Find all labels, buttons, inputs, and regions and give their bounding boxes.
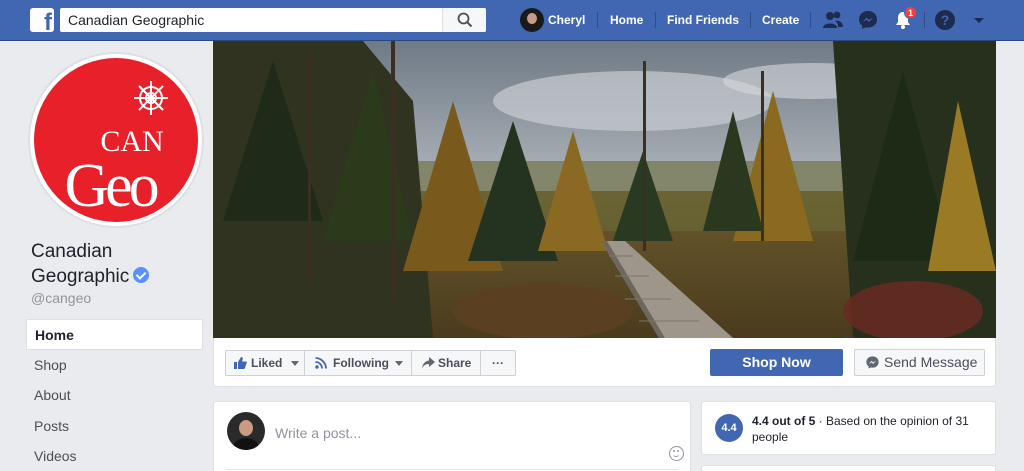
cover-photo[interactable] (213, 41, 996, 338)
sidebar-item-shop[interactable]: Shop (26, 350, 203, 381)
cover-photo-image (213, 41, 996, 338)
user-name: Cheryl (548, 13, 586, 27)
write-post-input[interactable]: Write a post... (275, 425, 361, 441)
page-title-text: Canadian Geographic (31, 241, 130, 287)
more-options-button[interactable]: ··· (480, 350, 516, 376)
search-box[interactable]: Canadian Geographic (60, 8, 486, 32)
page-username[interactable]: @cangeo (31, 290, 91, 306)
nav-divider (810, 12, 811, 28)
help-icon[interactable]: ? (934, 9, 956, 31)
share-label: Share (438, 356, 472, 370)
following-label: Following (333, 356, 389, 370)
page-sidebar-nav: Home Shop About Posts Videos (26, 319, 203, 471)
send-message-button[interactable]: Send Message (854, 349, 985, 376)
create-post-card: Write a post... (213, 401, 691, 471)
shop-now-button[interactable]: Shop Now (710, 349, 843, 376)
user-avatar (520, 8, 544, 32)
nav-divider (924, 12, 925, 28)
rss-follow-icon (315, 357, 327, 369)
page-title[interactable]: Canadian Geographic (31, 239, 201, 289)
sidebar-item-about[interactable]: About (26, 380, 203, 411)
nav-divider (750, 12, 751, 28)
sidebar-item-posts[interactable]: Posts (26, 411, 203, 442)
nav-home-link[interactable]: Home (610, 13, 643, 27)
chevron-down-icon (395, 361, 403, 366)
compass-rose-icon: CAN Geo (64, 81, 168, 220)
verified-badge-icon (133, 267, 150, 283)
more-options-label: ··· (492, 356, 504, 370)
search-input[interactable]: Canadian Geographic (68, 12, 204, 28)
share-button[interactable]: Share (411, 350, 481, 376)
notification-badge: 1 (904, 6, 917, 19)
thumbs-up-icon (234, 357, 247, 369)
liked-label: Liked (251, 356, 283, 370)
emoji-icon[interactable] (669, 446, 684, 461)
next-sidebar-card (701, 465, 996, 471)
share-arrow-icon (422, 357, 435, 369)
nav-create-link[interactable]: Create (762, 13, 799, 27)
page-action-bar: Liked Following Share ··· Shop Now Send … (213, 338, 996, 387)
send-message-label: Send Message (884, 354, 978, 370)
svg-text:?: ? (941, 12, 950, 28)
facebook-logo-icon[interactable]: f (30, 8, 54, 32)
sidebar-item-videos[interactable]: Videos (26, 441, 203, 471)
user-avatar (227, 412, 265, 450)
rating-summary-text[interactable]: 4.4 out of 5 · Based on the opinion of 3… (752, 413, 987, 445)
nav-divider (597, 12, 598, 28)
liked-button[interactable]: Liked (225, 350, 305, 376)
search-icon (457, 12, 473, 28)
svg-text:Geo: Geo (64, 152, 157, 220)
page-profile-picture[interactable]: CAN Geo (28, 52, 204, 228)
account-menu-caret-icon[interactable] (968, 9, 990, 31)
following-button[interactable]: Following (304, 350, 412, 376)
nav-divider (655, 12, 656, 28)
messenger-icon (866, 356, 879, 369)
chevron-down-icon (291, 361, 299, 366)
rating-score-text: 4.4 out of 5 (752, 414, 816, 428)
rating-summary-card: 4.4 4.4 out of 5 · Based on the opinion … (701, 401, 996, 455)
search-button[interactable] (442, 8, 486, 32)
messenger-icon[interactable] (857, 9, 879, 31)
friend-requests-icon[interactable] (822, 9, 844, 31)
top-navigation-bar: f Canadian Geographic Cheryl Home Find F… (0, 0, 1024, 41)
nav-find-friends-link[interactable]: Find Friends (667, 13, 739, 27)
rating-score-badge: 4.4 (715, 414, 743, 442)
sidebar-item-home[interactable]: Home (26, 319, 203, 350)
cangeo-logo: CAN Geo (34, 58, 198, 222)
divider (226, 469, 678, 470)
